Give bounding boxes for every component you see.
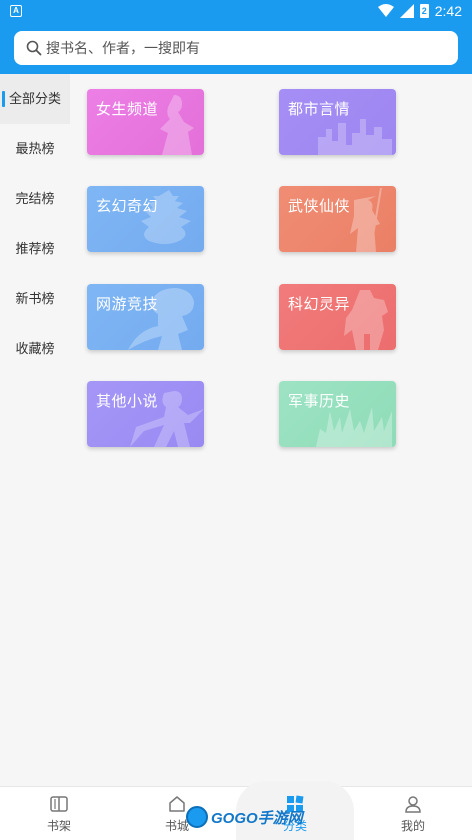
search-icon	[26, 40, 42, 56]
tab-label: 我的	[400, 819, 425, 833]
tab-label: 书架	[46, 819, 71, 833]
user-icon	[402, 793, 424, 815]
sidebar-item-hottest[interactable]: 最热榜	[0, 124, 70, 174]
signal-icon	[399, 4, 414, 18]
battery-icon: 2	[419, 4, 429, 18]
category-card-urban-romance[interactable]: 都市言情	[279, 89, 396, 155]
category-card-military-history[interactable]: 军事历史	[279, 381, 396, 447]
status-time: 2:42	[434, 3, 462, 19]
battery-level: 2	[421, 6, 427, 16]
wifi-icon	[377, 4, 394, 17]
sidebar-item-label: 新书榜	[15, 291, 55, 306]
category-label: 其他小说	[96, 393, 159, 410]
category-card-scifi-supernatural[interactable]: 科幻灵异	[279, 284, 396, 350]
tab-bookshelf[interactable]: 书架	[0, 787, 118, 840]
category-card-online-gaming[interactable]: 网游竞技	[87, 284, 204, 350]
sidebar-item-favorites[interactable]: 收藏榜	[0, 324, 70, 374]
sidebar-item-label: 收藏榜	[15, 341, 55, 356]
sidebar-item-label: 全部分类	[8, 91, 61, 106]
tab-profile[interactable]: 我的	[354, 787, 472, 840]
sidebar-item-all-categories[interactable]: 全部分类	[0, 74, 70, 124]
category-label: 女生频道	[96, 101, 159, 118]
category-card-other-novels[interactable]: 其他小说	[87, 381, 204, 447]
sidebar-item-new-books[interactable]: 新书榜	[0, 274, 70, 324]
sidebar-item-label: 最热榜	[15, 141, 55, 156]
bookshelf-icon	[48, 793, 70, 815]
category-label: 军事历史	[288, 393, 351, 410]
search-bar[interactable]	[14, 31, 458, 65]
sidebar-item-recommended[interactable]: 推荐榜	[0, 224, 70, 274]
category-label: 玄幻奇幻	[96, 198, 159, 215]
sidebar-item-label: 完结榜	[15, 191, 55, 206]
home-icon	[166, 793, 188, 815]
watermark-logo: GOGO手游网	[186, 806, 303, 828]
category-label: 网游竞技	[96, 296, 159, 313]
header	[0, 24, 472, 74]
app-notification-icon: A	[10, 5, 22, 17]
category-label: 科幻灵异	[288, 296, 351, 313]
category-sidebar: 全部分类 最热榜 完结榜 推荐榜 新书榜 收藏榜	[0, 74, 70, 786]
search-input[interactable]	[46, 40, 426, 56]
watermark-text: GOGO手游网	[211, 809, 303, 827]
category-card-fantasy[interactable]: 玄幻奇幻	[87, 186, 204, 252]
category-label: 武侠仙侠	[288, 198, 351, 215]
category-grid: 女生频道 都市言情 玄幻奇幻 武侠仙侠 网游竞技 科幻灵异 其他小说 军事历史	[70, 74, 472, 786]
watermark-logo-icon	[186, 806, 208, 828]
category-card-martial-arts[interactable]: 武侠仙侠	[279, 186, 396, 252]
sidebar-item-completed[interactable]: 完结榜	[0, 174, 70, 224]
city-skyline-icon	[318, 119, 392, 155]
category-label: 都市言情	[288, 101, 351, 118]
category-card-female[interactable]: 女生频道	[87, 89, 204, 155]
status-bar: A 2 2:42	[0, 0, 472, 24]
sidebar-item-label: 推荐榜	[15, 241, 55, 256]
